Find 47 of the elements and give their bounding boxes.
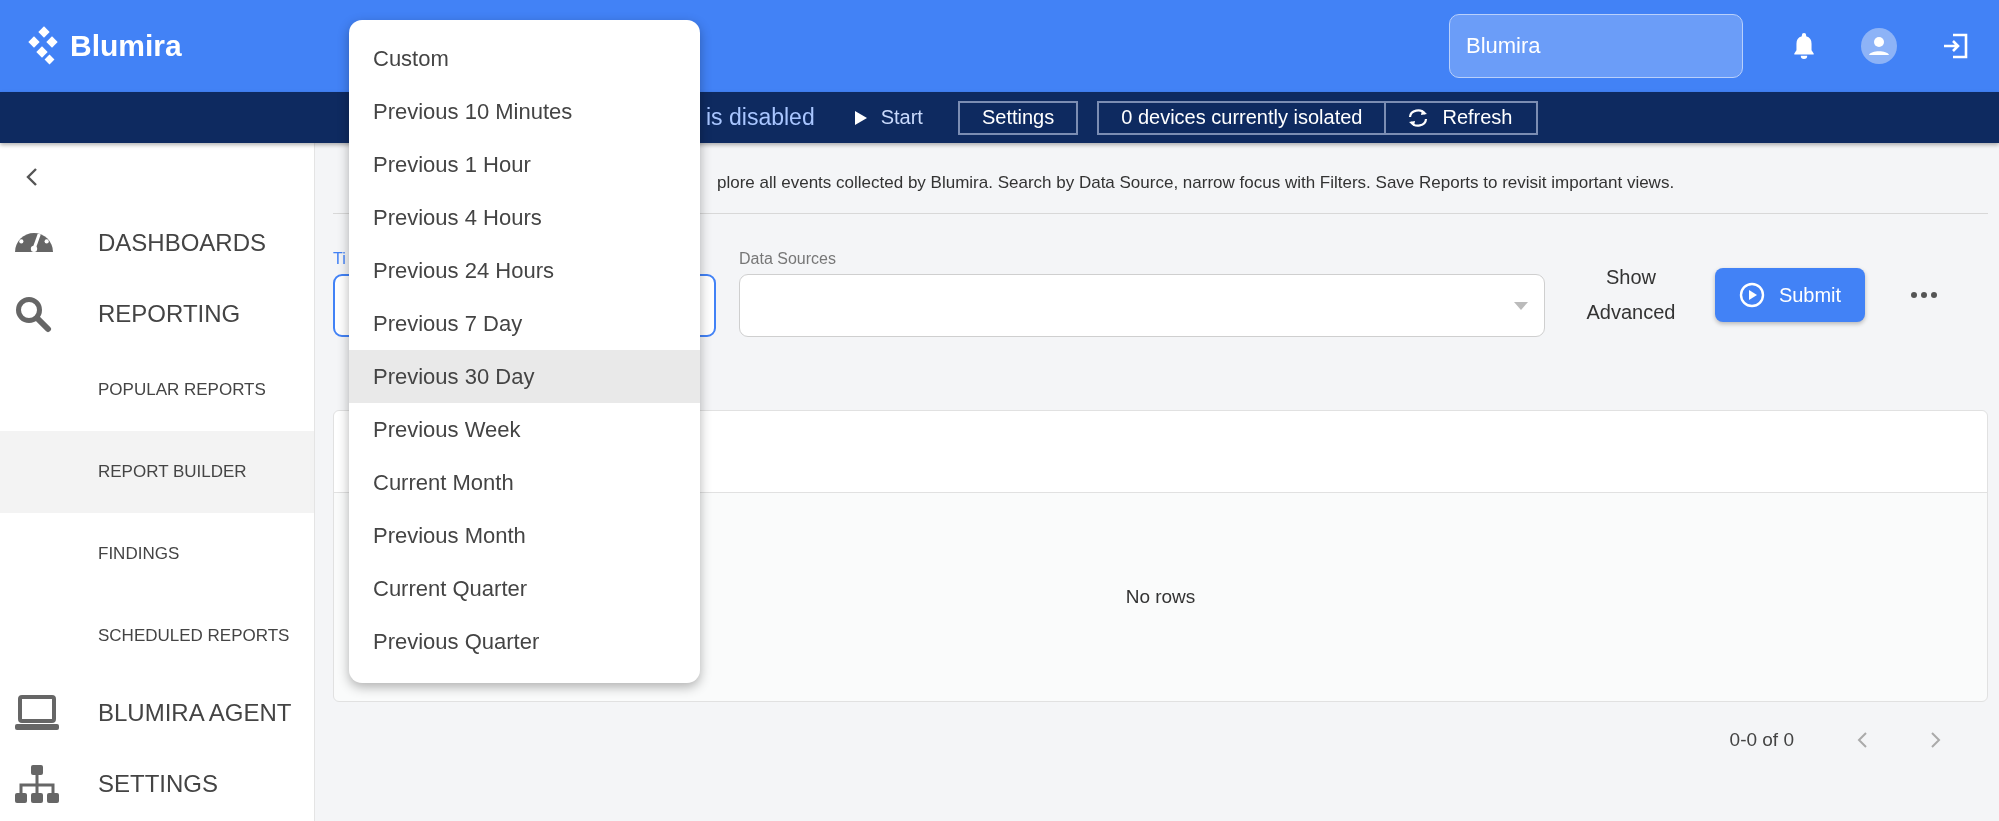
logo-text: Blumira <box>70 29 182 63</box>
play-circle-icon <box>1738 282 1765 308</box>
more-options-icon[interactable] <box>1911 292 1937 298</box>
sidebar-section[interactable]: BLUMIRA AGENT <box>0 677 314 748</box>
sidebar-section[interactable]: DASHBOARDS <box>0 207 314 278</box>
description-text: plore all events collected by Blumira. Search by Data Source, narrow focus with Filters. Save Reports to revisit important views. <box>717 173 1676 194</box>
submit-button[interactable]: Submit <box>1715 268 1865 322</box>
notification-bell-icon[interactable] <box>1791 32 1817 60</box>
sidebar-item[interactable]: REPORT BUILDER <box>0 431 314 513</box>
menu-item[interactable]: Previous Quarter <box>349 615 700 668</box>
start-button[interactable]: Start <box>854 106 923 129</box>
data-sources-label: Data Sources <box>739 250 837 268</box>
network-tree-icon <box>14 763 60 804</box>
menu-item[interactable]: Previous Month <box>349 509 700 562</box>
settings-button[interactable]: Settings <box>957 100 1079 135</box>
menu-item[interactable]: Previous 4 Hours <box>349 191 700 244</box>
refresh-button[interactable]: Refresh <box>1386 102 1537 133</box>
previous-page-icon[interactable] <box>1856 731 1868 749</box>
isolated-devices-count: 0 devices currently isolated <box>1099 102 1387 133</box>
menu-item[interactable]: Previous 1 Hour <box>349 138 700 191</box>
show-advanced-button[interactable]: Show Advanced <box>1571 260 1691 330</box>
collapse-chevron-icon[interactable] <box>25 167 39 187</box>
user-avatar-icon[interactable] <box>1861 28 1897 64</box>
next-page-icon[interactable] <box>1930 731 1942 749</box>
menu-item[interactable]: Previous 10 Minutes <box>349 85 700 138</box>
search-icon <box>14 294 52 333</box>
sidebar-item[interactable]: FINDINGS <box>0 513 314 595</box>
data-sources-field[interactable] <box>739 274 1545 337</box>
time-field-label: Ti <box>333 250 347 268</box>
empty-table-message: No rows <box>1125 586 1196 608</box>
sidebar-section[interactable]: REPORTING <box>0 278 314 349</box>
laptop-icon <box>14 694 60 731</box>
dropdown-caret-icon <box>1514 301 1528 310</box>
menu-item[interactable]: Previous Week <box>349 403 700 456</box>
sidebar-item[interactable]: POPULAR REPORTS <box>0 349 314 431</box>
pagination-range: 0-0 of 0 <box>1729 729 1794 751</box>
menu-item[interactable]: Custom <box>349 32 700 85</box>
menu-item[interactable]: Current Quarter <box>349 562 700 615</box>
menu-item[interactable]: Previous 30 Day <box>349 350 700 403</box>
play-icon <box>854 110 867 125</box>
status-message: is disabled <box>706 104 815 131</box>
sidebar-section[interactable]: SETTINGS <box>0 748 314 819</box>
menu-item[interactable]: Previous 7 Day <box>349 297 700 350</box>
sidebar-item[interactable]: SCHEDULED REPORTS <box>0 595 314 677</box>
gauge-icon <box>14 233 54 252</box>
menu-item[interactable]: Previous 24 Hours <box>349 244 700 297</box>
menu-item[interactable]: Current Month <box>349 456 700 509</box>
